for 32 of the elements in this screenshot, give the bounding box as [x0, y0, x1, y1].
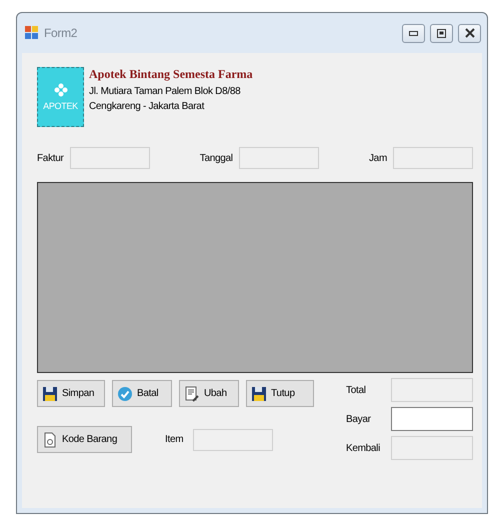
field-label: Total [346, 384, 367, 396]
maximize-icon [437, 28, 446, 38]
address-line: Cengkareng - Jakarta Barat [89, 101, 206, 112]
action-button[interactable]: Batal [112, 380, 172, 407]
floppy-icon [251, 386, 267, 402]
window-title: Form2 [44, 26, 78, 40]
field-label: Kembali [346, 442, 382, 454]
action-button[interactable]: Ubah [179, 380, 239, 407]
field-label: Faktur [37, 152, 64, 164]
address-line: Jl. Mutiara Taman Palem Blok D8/88 [89, 86, 242, 97]
logo-text: APOTEK [43, 101, 78, 111]
close-icon [464, 28, 474, 38]
field-label: Jam [368, 152, 387, 164]
document-edit-icon [184, 386, 200, 402]
close-button[interactable] [458, 24, 481, 42]
field-label: Bayar [346, 414, 372, 424]
floppy-icon [42, 386, 58, 402]
input-field[interactable] [391, 407, 473, 431]
maximize-button[interactable] [430, 24, 453, 42]
action-button[interactable]: Simpan [37, 380, 105, 407]
data-grid[interactable] [37, 182, 473, 373]
field-label: Tanggal [200, 152, 233, 164]
action-button[interactable]: Tutup [246, 380, 314, 407]
document-icon [42, 432, 58, 448]
minimize-button[interactable] [402, 24, 425, 42]
pharmacy-name: Apotek Bintang Semesta Farma [89, 67, 253, 82]
dots-icon [54, 83, 68, 97]
field-label: Item [165, 434, 184, 445]
minimize-icon [409, 30, 418, 36]
lookup-button[interactable]: Kode Barang [37, 426, 132, 453]
app-icon [25, 26, 39, 40]
check-icon [117, 386, 133, 402]
